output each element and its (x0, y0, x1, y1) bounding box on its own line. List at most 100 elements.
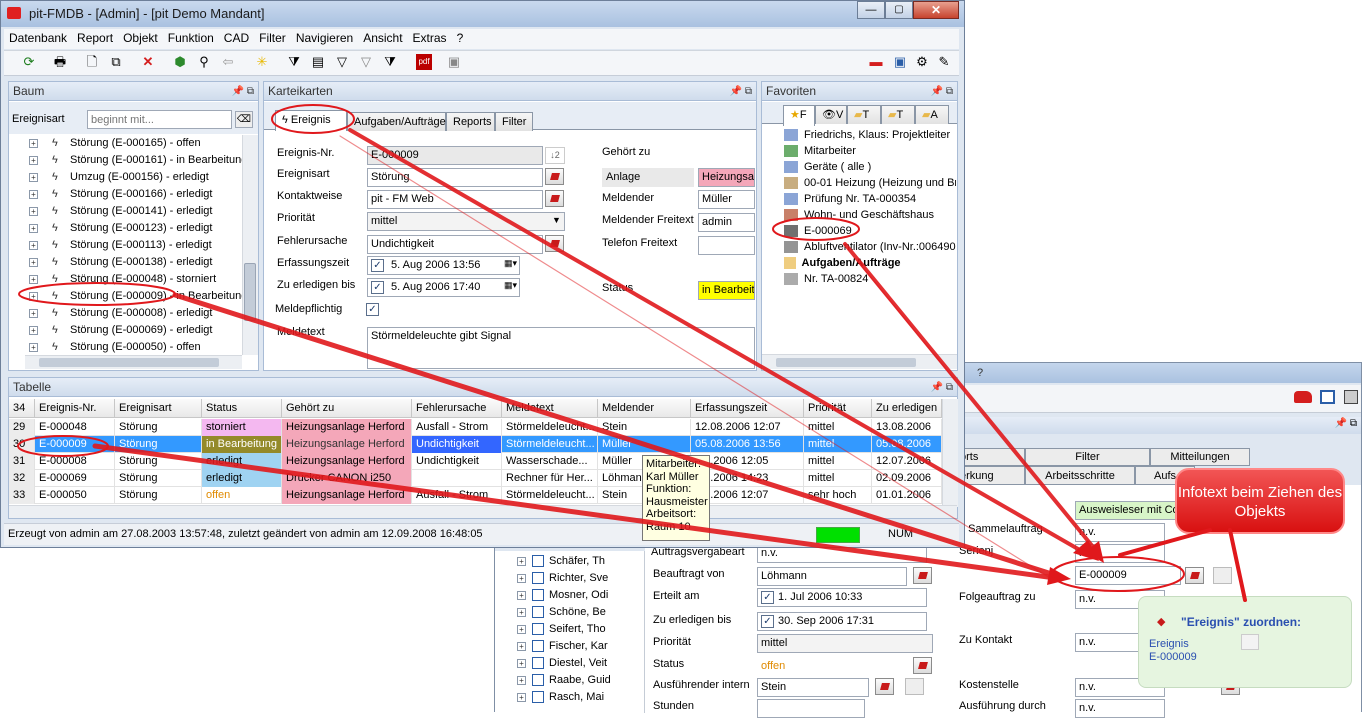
ereignisart-field[interactable]: Störung (367, 168, 543, 187)
menu-item[interactable]: Ansicht (358, 29, 407, 47)
expand-icon[interactable]: + (29, 274, 38, 284)
car-icon[interactable] (1294, 391, 1312, 403)
tree-scrollbar[interactable] (242, 135, 258, 355)
ausfuehrung-durch-field[interactable]: n.v. (1075, 699, 1165, 718)
window-icon[interactable] (1320, 390, 1335, 404)
tree-hscroll-thumb[interactable] (39, 358, 219, 367)
sort-icon[interactable]: ↓2 (545, 147, 565, 164)
column-header[interactable]: Meldetext (502, 399, 598, 418)
menu-item[interactable]: Datenbank (4, 29, 72, 47)
second-tree-item[interactable]: + Richter, Sve (517, 570, 608, 587)
erteilt-field[interactable]: 1. Jul 2006 10:33 (757, 588, 927, 607)
window-icon[interactable]: ▣ (892, 54, 908, 70)
column-header[interactable]: Gehört zu (282, 399, 412, 418)
favorite-item[interactable]: Friedrichs, Klaus: Projektleiter (784, 127, 950, 143)
favorite-item[interactable]: E-000069 (784, 223, 852, 239)
print-icon[interactable]: 🖶 (52, 54, 68, 70)
expand-icon[interactable]: + (517, 590, 526, 600)
menu-item[interactable]: Funktion (163, 29, 219, 47)
meldender-field[interactable]: Müller (698, 190, 755, 209)
expand-icon[interactable]: + (29, 240, 38, 250)
save-icon[interactable]: ▣ (446, 54, 462, 70)
column-header[interactable]: Zu erledigen (872, 399, 942, 418)
prioritaet-select[interactable]: mittel (367, 212, 565, 231)
maximize-button[interactable]: ▢ (885, 1, 913, 19)
tree-icon[interactable]: ⬢ (172, 54, 188, 70)
second-tree-item[interactable]: + Fischer, Kar (517, 638, 608, 655)
close-button[interactable]: ✕ (913, 1, 959, 19)
column-header[interactable]: Ereignis-Nr. (35, 399, 115, 418)
expand-icon[interactable]: + (517, 641, 526, 651)
expand-icon[interactable]: + (29, 138, 38, 148)
ereignisart-select-button[interactable] (545, 168, 564, 185)
kontaktweise-field[interactable]: pit - FM Web (367, 190, 543, 209)
expand-icon[interactable]: + (517, 624, 526, 634)
minimize-button[interactable]: — (857, 1, 885, 19)
favorite-item[interactable]: Wohn- und Geschäftshaus (784, 207, 934, 223)
expand-icon[interactable]: + (517, 556, 526, 566)
menu-item[interactable]: ? (452, 29, 469, 47)
second-tree-item[interactable]: + Seifert, Tho (517, 621, 606, 638)
expand-icon[interactable]: + (29, 172, 38, 182)
expand-icon[interactable]: + (517, 573, 526, 583)
second-tab-arbeitsschritte[interactable]: Arbeitsschritte (1025, 466, 1135, 485)
tree-item[interactable]: + ϟ Störung (E-000138) - erledigt (25, 254, 212, 271)
ausfuehrender-extra-button[interactable] (905, 678, 924, 695)
favorite-item[interactable]: Abluftventilator (Inv-Nr.:0064900 (784, 239, 956, 255)
ausfuehrender-select-button[interactable] (875, 678, 894, 695)
settings-icon[interactable]: ⚙ (914, 54, 930, 70)
second-tab-filter[interactable]: Filter (1025, 448, 1150, 466)
favorite-item[interactable]: Nr. TA-00824 (784, 271, 868, 287)
erfassungszeit-calendar-icon[interactable]: ▦▾ (504, 258, 517, 269)
fav-tab-favorites[interactable]: ★F (783, 105, 815, 126)
pin-icon[interactable]: 📌 ⧉ (730, 82, 752, 101)
favorite-item[interactable]: 00-01 Heizung (Heizung und Brau (784, 175, 956, 191)
erfassungszeit-checkbox[interactable]: ✓ (371, 259, 384, 272)
favorite-item[interactable]: ⊞Aufgaben/Aufträge (784, 255, 901, 271)
tools-icon[interactable]: ✎ (936, 54, 952, 70)
filter-clear-icon[interactable]: ▽ (358, 54, 374, 70)
filter-check-icon[interactable]: ⧩ (382, 54, 398, 70)
column-header[interactable]: Fehlerursache (412, 399, 502, 418)
second-tree-item[interactable]: + Diestel, Veit (517, 655, 607, 672)
clear-filter-icon[interactable]: ⌫ (235, 111, 253, 128)
drop-target-field[interactable]: E-000009 (1075, 566, 1181, 585)
new-icon[interactable]: 🗋 (84, 54, 100, 70)
menu-item[interactable]: Objekt (118, 29, 163, 47)
erteilt-checkbox[interactable]: ✓ (761, 591, 774, 604)
tab-reports[interactable]: Reports (446, 112, 495, 131)
expand-icon[interactable]: + (29, 325, 38, 335)
sammel-field[interactable]: n.v. (1075, 523, 1165, 542)
kontaktweise-select-button[interactable] (545, 190, 564, 207)
tree-item[interactable]: + ϟ Störung (E-000048) - storniert (25, 271, 216, 288)
fehlerursache-select-button[interactable] (545, 235, 564, 252)
tree-item[interactable]: + ϟ Störung (E-000008) - erledigt (25, 305, 212, 322)
car-icon[interactable]: ▬ (868, 54, 884, 70)
zu-erledigen-calendar-icon[interactable]: ▦▾ (504, 280, 517, 291)
expand-icon[interactable]: + (29, 155, 38, 165)
expand-icon[interactable]: + (29, 291, 38, 301)
table-scrollbar[interactable] (942, 399, 958, 507)
fav-tab-t2[interactable]: ▰T (881, 105, 915, 124)
ausfuehrender-field[interactable]: Stein (757, 678, 869, 697)
tab-ereignis[interactable]: ϟ Ereignis (275, 110, 347, 131)
favorite-item[interactable]: Geräte ( alle ) (784, 159, 871, 175)
expand-icon[interactable]: + (29, 223, 38, 233)
pin-icon[interactable]: 📌 ⧉ (931, 378, 953, 397)
favorites-hscroll-thumb[interactable] (776, 358, 916, 367)
expand-icon[interactable]: + (517, 675, 526, 685)
second-tree-item[interactable]: + Rasch, Mai (517, 689, 604, 706)
second-tab-mitteilungen[interactable]: Mitteilungen (1150, 448, 1250, 466)
expand-icon[interactable]: + (29, 308, 38, 318)
zu-erledigen-bis-field[interactable]: 5. Aug 2006 17:40 (367, 278, 520, 297)
drop-target-extra-button[interactable] (1213, 567, 1232, 584)
fav-tab-t1[interactable]: ▰T (847, 105, 881, 124)
tree-item[interactable]: + ϟ Störung (E-000123) - erledigt (25, 220, 212, 237)
column-header[interactable]: Ereignisart (115, 399, 202, 418)
menu-item[interactable]: Filter (254, 29, 291, 47)
zu-erledigen-bis-checkbox[interactable]: ✓ (371, 281, 384, 294)
filter-icon[interactable]: ▽ (334, 54, 350, 70)
telefon-freitext-field[interactable] (698, 236, 755, 255)
fehlerursache-field[interactable]: Undichtigkeit (367, 235, 543, 254)
second-tab-bemerkung[interactable]: erkung (955, 466, 1025, 485)
